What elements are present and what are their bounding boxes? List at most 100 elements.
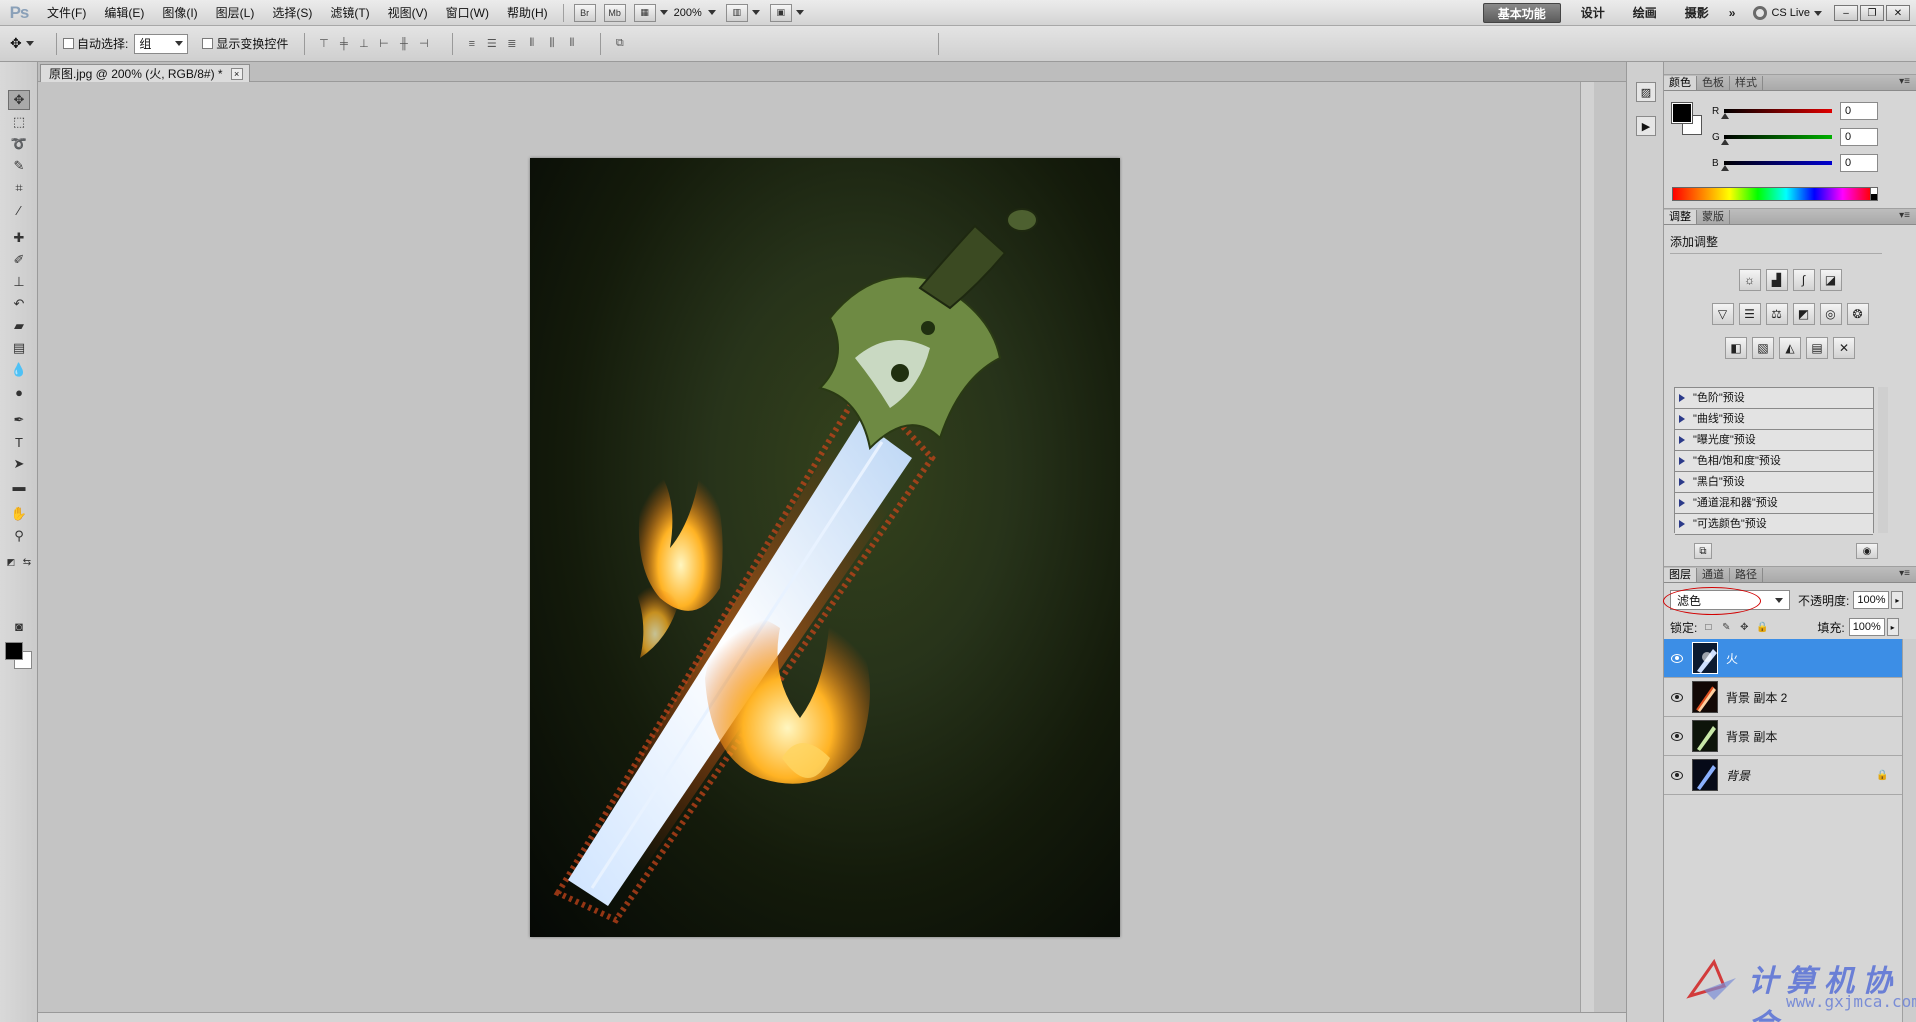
blue-slider[interactable] — [1721, 161, 1832, 171]
menu-filter[interactable]: 滤镜(T) — [321, 0, 378, 26]
posterize-icon[interactable]: ▧ — [1752, 337, 1774, 359]
workspace-painting[interactable]: 绘画 — [1619, 0, 1671, 26]
menu-file[interactable]: 文件(F) — [38, 0, 95, 26]
presets-scrollbar[interactable] — [1878, 387, 1888, 533]
eye-icon[interactable] — [1670, 770, 1684, 780]
eraser-tool[interactable]: ▰ — [8, 316, 30, 336]
color-panel-foreground-swatch[interactable] — [1671, 102, 1693, 124]
curves-icon[interactable]: ∫ — [1792, 269, 1815, 291]
actions-panel-button[interactable]: ▶ — [1636, 116, 1656, 136]
lock-all-icon[interactable]: 🔒 — [1755, 620, 1769, 634]
layer-name[interactable]: 背景 副本 — [1726, 728, 1902, 745]
history-brush-tool[interactable]: ↶ — [8, 294, 30, 314]
auto-select-checkbox[interactable]: 自动选择: — [63, 35, 128, 52]
distribute-horizontal-centers-icon[interactable]: ⫼ — [543, 35, 560, 52]
restore-button[interactable]: ❐ — [1860, 5, 1884, 21]
workspace-photography[interactable]: 摄影 — [1671, 0, 1723, 26]
preset-curves[interactable]: "曲线"预设 — [1675, 409, 1873, 430]
brush-tool[interactable]: ✐ — [8, 250, 30, 270]
cs-live-button[interactable]: CS Live — [1753, 6, 1822, 20]
view-extras-button[interactable]: ▦ — [633, 3, 656, 22]
distribute-bottom-edges-icon[interactable]: ≣ — [503, 35, 520, 52]
gradient-tool[interactable]: ▤ — [8, 338, 30, 358]
tab-styles[interactable]: 样式 — [1730, 76, 1763, 90]
color-spectrum-bar[interactable] — [1672, 187, 1872, 201]
zoom-level-dropdown[interactable]: 200% — [674, 7, 716, 19]
preset-levels[interactable]: "色阶"预设 — [1675, 388, 1873, 409]
arrange-documents-button[interactable]: ▥ — [725, 3, 748, 22]
preset-hue-saturation[interactable]: "色相/饱和度"预设 — [1675, 451, 1873, 472]
preset-selective-color[interactable]: "可选颜色"预设 — [1675, 514, 1873, 535]
menu-help[interactable]: 帮助(H) — [498, 0, 557, 26]
invert-icon[interactable]: ◧ — [1725, 337, 1747, 359]
tab-masks[interactable]: 蒙版 — [1697, 210, 1730, 224]
menu-layer[interactable]: 图层(L) — [207, 0, 264, 26]
document-tab[interactable]: 原图.jpg @ 200% (火, RGB/8#) * × — [40, 64, 250, 82]
preset-channel-mixer[interactable]: "通道混和器"预设 — [1675, 493, 1873, 514]
screen-mode-button[interactable]: ▣ — [769, 3, 792, 22]
threshold-icon[interactable]: ◭ — [1779, 337, 1801, 359]
type-tool[interactable]: T — [8, 432, 30, 452]
black-white-icon[interactable]: ◩ — [1792, 303, 1815, 325]
distribute-vertical-centers-icon[interactable]: ☰ — [483, 35, 500, 52]
show-transform-check-box[interactable] — [202, 38, 214, 49]
color-balance-icon[interactable]: ⚖ — [1765, 303, 1788, 325]
align-top-edges-icon[interactable]: ⊤ — [315, 35, 332, 52]
workspace-more-button[interactable]: » — [1723, 0, 1742, 26]
preset-black-white[interactable]: "黑白"预设 — [1675, 472, 1873, 493]
tab-layers[interactable]: 图层 — [1664, 568, 1697, 582]
foreground-color-swatch[interactable] — [5, 642, 23, 660]
tab-color[interactable]: 颜色 — [1664, 76, 1697, 90]
mini-bridge-button[interactable]: Mb — [603, 3, 626, 22]
lock-transparent-pixels-icon[interactable]: □ — [1701, 620, 1715, 634]
adjustment-options-icon[interactable]: ◉ — [1856, 543, 1878, 559]
history-panel-button[interactable]: ▨ — [1636, 82, 1656, 102]
panel-menu-icon[interactable]: ▾≡ — [1899, 568, 1910, 579]
channel-mixer-icon[interactable]: ❂ — [1846, 303, 1869, 325]
panel-menu-icon[interactable]: ▾≡ — [1899, 210, 1910, 221]
minimize-button[interactable]: – — [1834, 5, 1858, 21]
blur-tool[interactable]: 💧 — [8, 360, 30, 380]
menu-edit[interactable]: 编辑(E) — [95, 0, 153, 26]
align-right-edges-icon[interactable]: ⊣ — [415, 35, 432, 52]
menu-view[interactable]: 视图(V) — [379, 0, 437, 26]
canvas-vertical-scrollbar[interactable] — [1580, 82, 1594, 1012]
selective-color-icon[interactable]: ✕ — [1833, 337, 1855, 359]
opacity-slider-arrow[interactable]: ▸ — [1891, 591, 1904, 609]
levels-icon[interactable]: ▟ — [1765, 269, 1788, 291]
dodge-tool[interactable]: ● — [8, 382, 30, 402]
brightness-contrast-icon[interactable]: ☼ — [1738, 269, 1761, 291]
eye-icon[interactable] — [1670, 731, 1684, 741]
exposure-icon[interactable]: ◪ — [1819, 269, 1842, 291]
eyedropper-tool[interactable]: ⁄ — [8, 200, 30, 220]
layer-row-background[interactable]: 背景 🔒 — [1664, 756, 1902, 795]
tab-swatches[interactable]: 色板 — [1697, 76, 1730, 90]
blue-value-field[interactable]: 0 — [1840, 154, 1878, 172]
screen-mode-dropdown-icon[interactable] — [795, 10, 804, 15]
move-tool[interactable]: ✥ — [8, 90, 30, 110]
tool-preset-picker[interactable]: ✥ — [10, 35, 52, 52]
lock-position-icon[interactable]: ✥ — [1737, 620, 1751, 634]
red-value-field[interactable]: 0 — [1840, 102, 1878, 120]
green-value-field[interactable]: 0 — [1840, 128, 1878, 146]
marquee-tool[interactable]: ⬚ — [8, 112, 30, 132]
tab-channels[interactable]: 通道 — [1697, 568, 1730, 582]
menu-select[interactable]: 选择(S) — [263, 0, 321, 26]
layer-name[interactable]: 火 — [1726, 650, 1902, 667]
workspace-essentials[interactable]: 基本功能 — [1482, 3, 1561, 23]
opacity-input[interactable]: 100% — [1853, 591, 1890, 609]
quick-selection-tool[interactable]: ✎ — [8, 156, 30, 176]
fill-input[interactable]: 100% — [1848, 618, 1885, 636]
black-white-ramp[interactable] — [1870, 187, 1878, 201]
gradient-map-icon[interactable]: ▤ — [1806, 337, 1828, 359]
align-vertical-centers-icon[interactable]: ╪ — [335, 35, 352, 52]
red-slider[interactable] — [1721, 109, 1832, 119]
tab-adjustments[interactable]: 调整 — [1664, 210, 1697, 224]
eye-icon[interactable] — [1670, 692, 1684, 702]
distribute-left-edges-icon[interactable]: ⫴ — [523, 35, 540, 52]
preset-exposure[interactable]: "曝光度"预设 — [1675, 430, 1873, 451]
auto-select-check-box[interactable] — [63, 38, 74, 49]
workspace-design[interactable]: 设计 — [1567, 0, 1619, 26]
menu-window[interactable]: 窗口(W) — [437, 0, 498, 26]
path-selection-tool[interactable]: ➤ — [8, 454, 30, 474]
